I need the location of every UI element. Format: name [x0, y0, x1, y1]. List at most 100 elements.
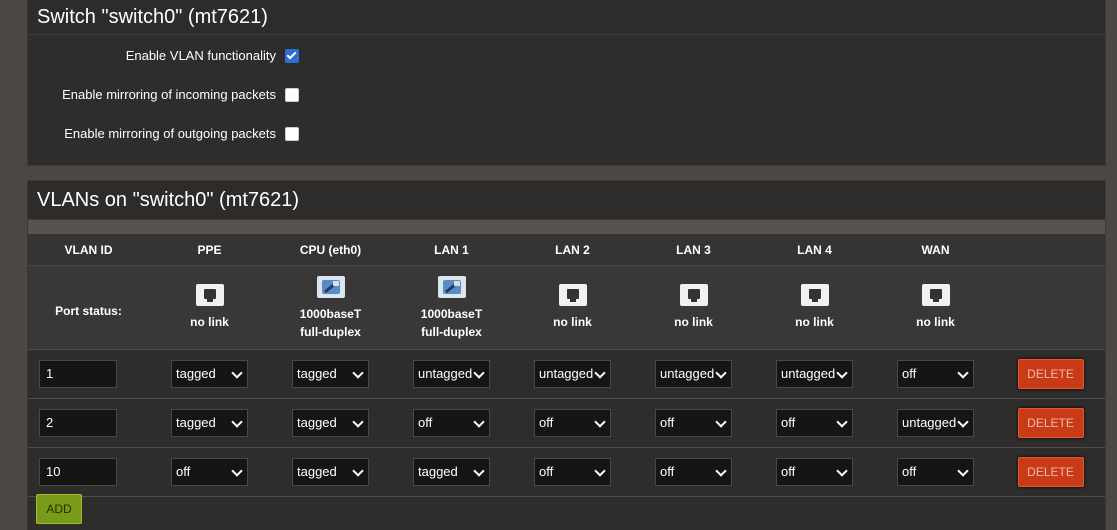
port-status-cell: no link [754, 265, 875, 350]
port-membership-cell: off [875, 349, 996, 399]
select-value: off [176, 464, 191, 479]
select-value: off [660, 464, 675, 479]
option-label: Enable mirroring of outgoing packets [64, 126, 276, 141]
header-lan3: LAN 3 [633, 234, 754, 266]
chevron-down-icon [473, 465, 485, 477]
delete-vlan-button[interactable]: DELETE [1017, 408, 1084, 438]
mirror-outgoing-checkbox[interactable] [285, 127, 299, 141]
port-disconnected-icon [921, 284, 950, 306]
option-mirror-incoming[interactable]: Enable mirroring of incoming packets [28, 86, 328, 106]
delete-vlan-button[interactable]: DELETE [1017, 457, 1084, 487]
port-membership-select[interactable]: untagged [413, 360, 490, 388]
port-membership-select[interactable]: untagged [534, 360, 611, 388]
port-membership-select[interactable]: off [897, 360, 974, 388]
port-membership-select[interactable]: off [534, 409, 611, 437]
port-disconnected-icon [558, 284, 587, 306]
port-membership-select[interactable]: off [897, 458, 974, 486]
port-membership-cell: tagged [270, 398, 391, 448]
port-status-cell: no link [149, 265, 270, 350]
chevron-down-icon [352, 465, 364, 477]
select-value: tagged [297, 366, 337, 381]
port-membership-select[interactable]: tagged [292, 458, 369, 486]
chevron-down-icon [715, 367, 727, 379]
select-value: off [418, 415, 433, 430]
table-row: 2 tagged tagged off off off off untagged DELETE [28, 398, 1105, 448]
port-status-text: no link [916, 315, 955, 329]
chevron-down-icon [231, 416, 243, 428]
select-value: off [902, 366, 917, 381]
port-membership-cell: off [633, 398, 754, 448]
option-enable-vlan[interactable]: Enable VLAN functionality [28, 47, 328, 67]
vlan-table: VLAN ID PPE CPU (eth0) LAN 1 LAN 2 LAN 3… [28, 234, 1105, 497]
actions-cell: DELETE [996, 349, 1105, 399]
port-membership-cell: off [633, 447, 754, 497]
header-wan: WAN [875, 234, 996, 266]
port-membership-cell: off [875, 447, 996, 497]
port-membership-select[interactable]: tagged [171, 360, 248, 388]
header-actions [996, 234, 1105, 266]
port-membership-select[interactable]: off [171, 458, 248, 486]
header-vlan-id: VLAN ID [28, 234, 149, 266]
chevron-down-icon [957, 367, 969, 379]
port-duplex-text: full-duplex [421, 325, 482, 339]
port-membership-cell: tagged [149, 398, 270, 448]
port-membership-select[interactable]: off [413, 409, 490, 437]
port-membership-select[interactable]: off [776, 458, 853, 486]
port-membership-cell: off [149, 447, 270, 497]
actions-cell: DELETE [996, 447, 1105, 497]
port-membership-select[interactable]: untagged [776, 360, 853, 388]
port-membership-cell: untagged [875, 398, 996, 448]
port-membership-cell: tagged [270, 349, 391, 399]
actions-cell: DELETE [996, 398, 1105, 448]
port-membership-cell: untagged [633, 349, 754, 399]
vlan-id-cell: 2 [28, 398, 149, 448]
port-membership-select[interactable]: untagged [897, 409, 974, 437]
vlan-id-input[interactable]: 2 [39, 409, 117, 437]
port-status-cell: no link [875, 265, 996, 350]
divider [28, 220, 1105, 234]
mirror-incoming-checkbox[interactable] [285, 88, 299, 102]
vlan-panel: VLANs on "switch0" (mt7621) VLAN ID PPE … [27, 180, 1106, 530]
chevron-down-icon [715, 465, 727, 477]
enable-vlan-checkbox[interactable] [285, 49, 299, 63]
chevron-down-icon [715, 416, 727, 428]
port-disconnected-icon [800, 284, 829, 306]
port-membership-select[interactable]: off [776, 409, 853, 437]
delete-vlan-button[interactable]: DELETE [1017, 359, 1084, 389]
chevron-down-icon [957, 416, 969, 428]
port-membership-cell: off [754, 447, 875, 497]
chevron-down-icon [473, 367, 485, 379]
chevron-down-icon [836, 416, 848, 428]
port-membership-select[interactable]: off [655, 409, 732, 437]
port-membership-select[interactable]: tagged [292, 360, 369, 388]
port-status-text: no link [190, 315, 229, 329]
port-status-text: 1000baseT [299, 307, 362, 321]
switch-settings-panel: Switch "switch0" (mt7621) Enable VLAN fu… [27, 0, 1106, 166]
option-mirror-outgoing[interactable]: Enable mirroring of outgoing packets [28, 125, 328, 145]
select-value: tagged [297, 464, 337, 479]
add-vlan-button[interactable]: ADD [36, 494, 82, 524]
select-value: tagged [176, 415, 216, 430]
port-membership-select[interactable]: off [655, 458, 732, 486]
port-membership-select[interactable]: tagged [292, 409, 369, 437]
header-lan1: LAN 1 [391, 234, 512, 266]
port-status-cell: Port status: [28, 265, 149, 350]
select-value: off [781, 415, 796, 430]
chevron-down-icon [352, 367, 364, 379]
port-membership-select[interactable]: tagged [171, 409, 248, 437]
select-value: off [539, 415, 554, 430]
port-membership-cell: tagged [391, 447, 512, 497]
vlan-id-cell: 1 [28, 349, 149, 399]
option-label: Enable mirroring of incoming packets [62, 87, 276, 102]
port-membership-select[interactable]: off [534, 458, 611, 486]
header-lan4: LAN 4 [754, 234, 875, 266]
port-duplex-text: full-duplex [300, 325, 361, 339]
table-row: 10 off tagged tagged off off off off DELETE [28, 447, 1105, 497]
header-lan2: LAN 2 [512, 234, 633, 266]
select-value: tagged [297, 415, 337, 430]
port-connected-icon [437, 276, 466, 298]
vlan-id-input[interactable]: 10 [39, 458, 117, 486]
port-membership-select[interactable]: untagged [655, 360, 732, 388]
port-membership-select[interactable]: tagged [413, 458, 490, 486]
vlan-id-input[interactable]: 1 [39, 360, 117, 388]
